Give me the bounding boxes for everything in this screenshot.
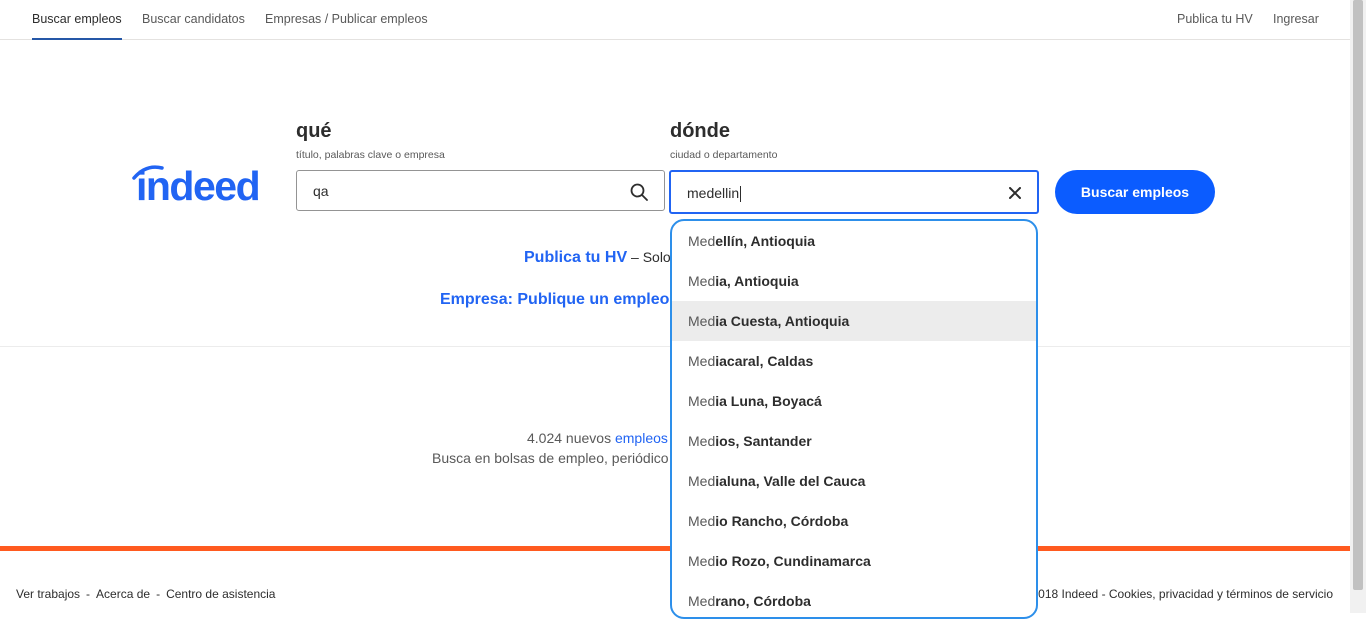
- where-input-value: medellin: [687, 185, 742, 203]
- stats-jobs-link[interactable]: empleos: [615, 430, 668, 446]
- where-title: dónde: [670, 120, 730, 142]
- suggestion-item-highlighted[interactable]: Media Cuesta, Antioquia: [672, 301, 1036, 341]
- footer-about[interactable]: Acerca de: [96, 587, 150, 601]
- suggestion-item[interactable]: Media Luna, Boyacá: [672, 381, 1036, 421]
- nav-post-resume[interactable]: Publica tu HV: [1177, 0, 1253, 39]
- where-input[interactable]: medellin: [669, 170, 1039, 214]
- post-resume-link[interactable]: Publica tu HV: [524, 249, 627, 266]
- post-resume-promo: Publica tu HV – Solo: [524, 249, 671, 267]
- suggestion-item[interactable]: Medios, Santander: [672, 421, 1036, 461]
- stats-line-1: 4.024 nuevos empleos: [527, 430, 668, 446]
- nav-find-candidates[interactable]: Buscar candidatos: [142, 0, 245, 39]
- search-icon[interactable]: [630, 183, 648, 201]
- scrollbar-thumb[interactable]: [1353, 0, 1363, 590]
- nav-employers[interactable]: Empresas / Publicar empleos: [265, 0, 428, 39]
- suggestion-item[interactable]: Medio Rozo, Cundinamarca: [672, 541, 1036, 581]
- footer-help-center[interactable]: Centro de asistencia: [166, 587, 275, 601]
- suggestion-item[interactable]: Media, Antioquia: [672, 261, 1036, 301]
- where-subtitle: ciudad o departamento: [670, 149, 778, 161]
- suggestion-item[interactable]: Medialuna, Valle del Cauca: [672, 461, 1036, 501]
- clear-icon[interactable]: [1009, 187, 1021, 199]
- logo-text: indeed: [136, 163, 261, 209]
- stats-count: 4.024 nuevos: [527, 430, 615, 446]
- footer-copyright[interactable]: 018 Indeed - Cookies, privacidad y térmi…: [1038, 587, 1333, 601]
- search-jobs-button[interactable]: Buscar empleos: [1055, 170, 1215, 214]
- what-input[interactable]: qa: [296, 170, 665, 211]
- nav-sign-in[interactable]: Ingresar: [1273, 0, 1319, 39]
- footer-view-jobs[interactable]: Ver trabajos: [16, 587, 80, 601]
- post-resume-rest: – Solo: [627, 249, 671, 265]
- suggestion-item[interactable]: Medio Rancho, Córdoba: [672, 501, 1036, 541]
- footer-links: Ver trabajos - Acerca de - Centro de asisten…: [16, 587, 276, 601]
- location-suggestions-dropdown: Medellín, Antioquia Media, Antioquia Med…: [670, 219, 1038, 619]
- suggestion-item[interactable]: Medrano, Córdoba: [672, 581, 1036, 617]
- top-nav: Buscar empleos Buscar candidatos Empresa…: [0, 0, 1350, 40]
- stats-line-2: Busca en bolsas de empleo, periódico: [432, 450, 669, 466]
- employer-promo: Empresa: Publique un empleo: [440, 291, 669, 309]
- what-subtitle: título, palabras clave o empresa: [296, 149, 445, 161]
- what-input-value: qa: [313, 183, 329, 199]
- indeed-logo[interactable]: indeed: [130, 162, 280, 210]
- nav-find-jobs[interactable]: Buscar empleos: [32, 0, 122, 40]
- suggestion-item[interactable]: Mediacaral, Caldas: [672, 341, 1036, 381]
- suggestion-item[interactable]: Medellín, Antioquia: [672, 221, 1036, 261]
- employer-post-link[interactable]: Empresa: Publique un empleo: [440, 291, 669, 308]
- what-title: qué: [296, 120, 332, 142]
- page-scrollbar[interactable]: [1350, 0, 1366, 613]
